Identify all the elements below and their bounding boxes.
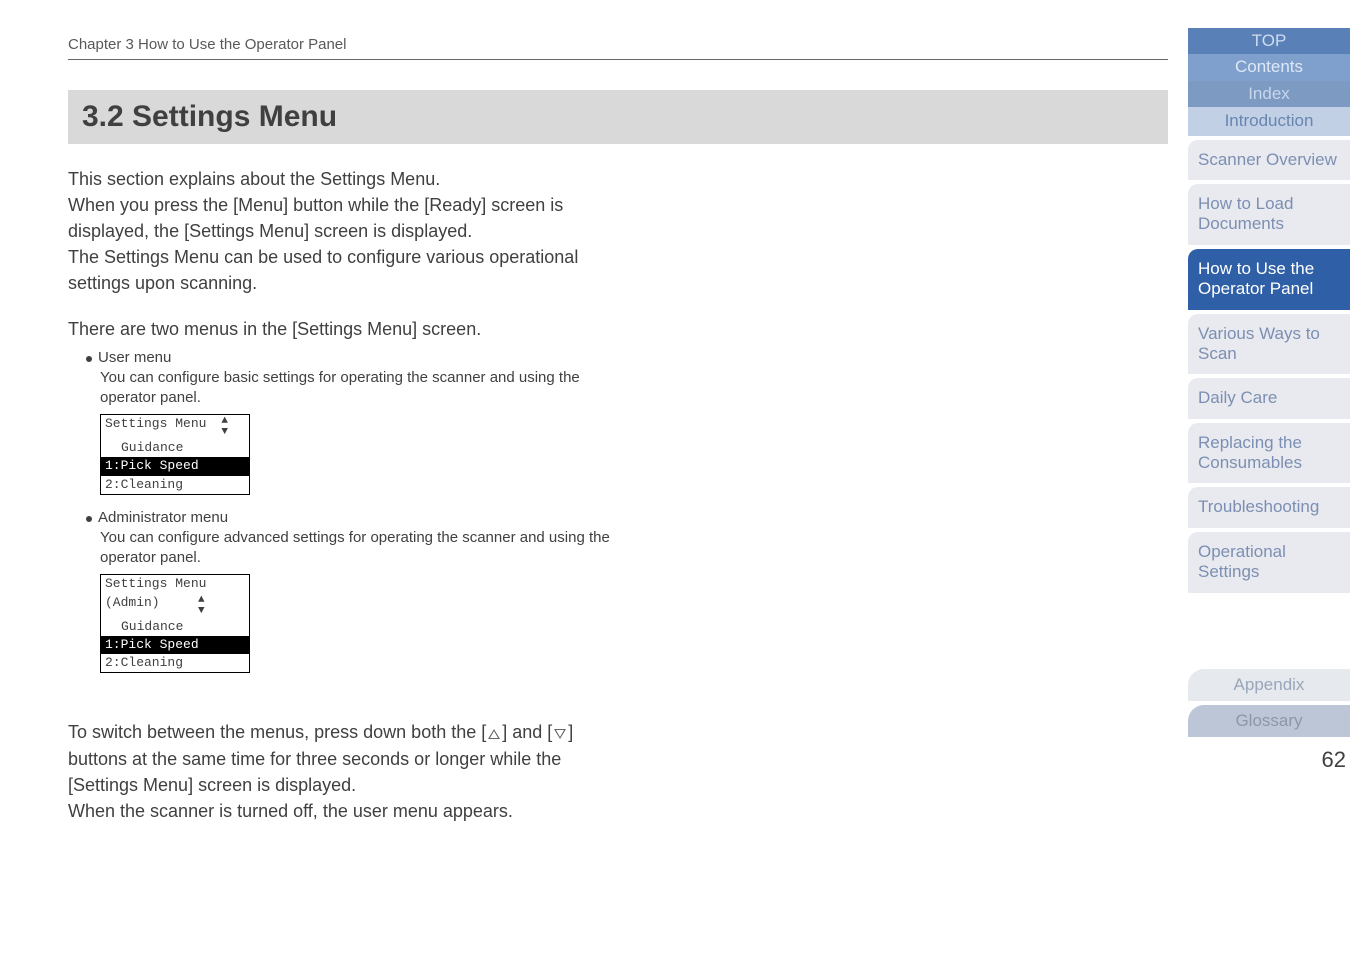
lcd-admin-row-0: Guidance — [101, 618, 249, 636]
nav-top[interactable]: TOP — [1188, 28, 1350, 54]
admin-menu-block: Administrator menu You can configure adv… — [68, 509, 1168, 674]
lcd-user-row-0: Guidance — [101, 439, 249, 457]
user-menu-block: User menu You can configure basic settin… — [68, 349, 1168, 495]
nav-troubleshooting[interactable]: Troubleshooting — [1188, 487, 1350, 527]
lcd-user-menu: Settings Menu ▲▼ Guidance 1:Pick Speed 2… — [100, 414, 250, 495]
section-title: 3.2 Settings Menu — [82, 100, 1154, 134]
triangle-up-icon — [488, 729, 500, 739]
user-menu-title: User menu — [98, 349, 171, 366]
user-menu-desc: You can configure basic settings for ope… — [100, 368, 620, 409]
sidebar-nav: TOP Contents Index Introduction Scanner … — [1188, 0, 1350, 954]
lcd-admin-row-2: 2:Cleaning — [101, 654, 249, 672]
section-title-bar: 3.2 Settings Menu — [68, 90, 1168, 144]
nav-how-to-load[interactable]: How to Load Documents — [1188, 184, 1350, 245]
admin-menu-title: Administrator menu — [98, 509, 228, 526]
lcd-admin-sub: (Admin) — [105, 595, 160, 617]
updown-arrows-icon: ▲▼ — [221, 416, 230, 438]
nav-replacing-consumables[interactable]: Replacing the Consumables — [1188, 423, 1350, 484]
nav-index[interactable]: Index — [1188, 81, 1350, 107]
switch-paragraph: To switch between the menus, press down … — [68, 693, 628, 823]
bullet-icon — [86, 516, 92, 522]
lcd-user-row-1: 1:Pick Speed — [101, 457, 249, 475]
intro-paragraph: This section explains about the Settings… — [68, 166, 628, 296]
updown-arrows-icon: ▲▼ — [198, 595, 207, 617]
nav-glossary[interactable]: Glossary — [1188, 705, 1350, 737]
admin-menu-desc: You can configure advanced settings for … — [100, 528, 620, 569]
chapter-heading: Chapter 3 How to Use the Operator Panel — [68, 36, 1168, 60]
triangle-down-icon — [554, 729, 566, 739]
nav-contents[interactable]: Contents — [1188, 54, 1350, 80]
lcd-user-header: Settings Menu — [105, 416, 206, 438]
bullet-icon — [86, 356, 92, 362]
nav-how-to-use-operator-panel[interactable]: How to Use the Operator Panel — [1188, 249, 1350, 310]
nav-operational-settings[interactable]: Operational Settings — [1188, 532, 1350, 593]
lcd-admin-menu: Settings Menu (Admin) ▲▼ Guidance 1:Pick… — [100, 574, 250, 673]
lcd-admin-header: Settings Menu — [101, 575, 249, 593]
page-number: 62 — [1188, 741, 1350, 773]
nav-appendix[interactable]: Appendix — [1188, 669, 1350, 701]
nav-daily-care[interactable]: Daily Care — [1188, 378, 1350, 418]
nav-scanner-overview[interactable]: Scanner Overview — [1188, 140, 1350, 180]
lcd-admin-row-1: 1:Pick Speed — [101, 636, 249, 654]
two-menus-intro: There are two menus in the [Settings Men… — [68, 316, 628, 342]
nav-introduction[interactable]: Introduction — [1188, 107, 1350, 135]
nav-various-ways-to-scan[interactable]: Various Ways to Scan — [1188, 314, 1350, 375]
lcd-user-row-2: 2:Cleaning — [101, 476, 249, 494]
